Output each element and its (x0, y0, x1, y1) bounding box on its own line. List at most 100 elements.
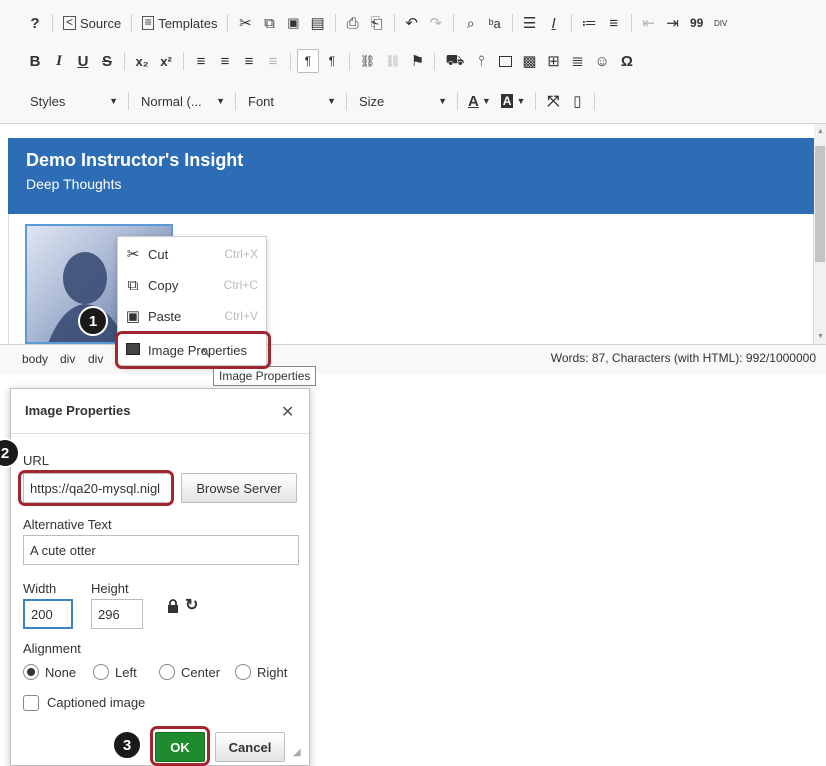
pin-button[interactable]: ⫯ (470, 49, 492, 73)
alignment-center-radio[interactable] (159, 664, 175, 680)
alignment-none-radio[interactable] (23, 664, 39, 680)
height-input[interactable]: 296 (91, 599, 143, 629)
toolbar-separator (535, 92, 537, 110)
source-button[interactable]: < Source (59, 11, 125, 35)
maximize-button[interactable]: ⤧ (542, 89, 564, 113)
select-all-icon: ☰ (522, 15, 537, 32)
bg-color-button[interactable]: A ▼ (497, 89, 530, 113)
captioned-image-label: Captioned image (47, 695, 146, 710)
content-banner: Demo Instructor's Insight Deep Thoughts (8, 138, 814, 214)
create-div-button[interactable]: DIV (710, 11, 732, 35)
format-dropdown[interactable]: Normal (... ▼ (135, 89, 231, 113)
remove-format-button[interactable]: I (543, 11, 565, 35)
source-icon: < (63, 16, 76, 30)
text-color-button[interactable]: A ▼ (464, 89, 495, 113)
blockquote-button[interactable]: 99 (686, 11, 708, 35)
superscript-button[interactable]: x² (155, 49, 177, 73)
menu-item-copy[interactable]: ⧉ Copy Ctrl+C (118, 270, 266, 300)
save-template-button[interactable]: ⎗ (366, 11, 388, 35)
chevron-down-icon: ▼ (109, 96, 118, 106)
scroll-up-icon[interactable]: ▲ (817, 128, 824, 135)
underline-button[interactable]: U (72, 49, 94, 73)
element-path-div[interactable]: div (60, 352, 75, 366)
smiley-button[interactable]: ☺ (591, 49, 614, 73)
banner-subtitle: Deep Thoughts (26, 176, 122, 192)
toolbar-separator (227, 14, 229, 32)
link-button[interactable]: ⛓ (356, 49, 379, 73)
toolbar-separator (124, 52, 125, 70)
italic-button[interactable]: I (48, 49, 70, 73)
paste-text-button[interactable]: ▤ (306, 11, 328, 35)
special-char-button[interactable]: Ω (616, 49, 638, 73)
alignment-right-radio[interactable] (235, 664, 251, 680)
toolbar-row-3: Styles ▼ Normal (... ▼ Font ▼ Size ▼ A ▼ A ▼ ⤧… (24, 86, 601, 116)
alignment-left-radio[interactable] (93, 664, 109, 680)
indent-button[interactable]: ⇥ (662, 11, 684, 35)
resize-handle-icon[interactable]: ◢ (293, 747, 301, 758)
image-button[interactable] (494, 49, 516, 73)
bold-button[interactable]: B (24, 49, 46, 73)
menu-item-label: Cut (148, 246, 169, 262)
toolbar-separator (393, 14, 395, 32)
element-path-body[interactable]: body (22, 352, 48, 366)
cart-icon: ⛟ (445, 51, 465, 69)
horizontal-line-button[interactable]: ≣ (567, 49, 589, 73)
menu-item-cut[interactable]: ✂ Cut Ctrl+X (118, 239, 266, 269)
indent-icon: ⇥ (666, 15, 679, 32)
align-left-button[interactable]: ≡ (190, 49, 212, 73)
cut-button[interactable]: ✂ (234, 11, 256, 35)
alt-text-label: Alternative Text (23, 517, 112, 532)
print-button[interactable]: ⎙ (342, 11, 364, 35)
unlink-button[interactable]: ⛓ (381, 49, 404, 73)
anchor-button[interactable]: ⚑ (406, 49, 428, 73)
justify-button[interactable]: ≡ (262, 49, 284, 73)
reset-size-icon[interactable]: ↻ (185, 595, 198, 615)
bullet-list-button[interactable]: ≡ (603, 11, 625, 35)
menu-item-paste[interactable]: ▣ Paste Ctrl+V (118, 301, 266, 331)
help-button[interactable]: ? (24, 11, 46, 35)
text-color-icon: A (468, 92, 479, 110)
redo-button[interactable]: ↷ (425, 11, 447, 35)
underline-icon: U (77, 52, 89, 70)
browse-server-button[interactable]: Browse Server (181, 473, 297, 503)
replace-icon: ᵇa (488, 15, 501, 31)
div-icon: DIV (713, 18, 728, 28)
element-path-div[interactable]: div (88, 352, 103, 366)
strike-button[interactable]: S (96, 49, 118, 73)
subscript-button[interactable]: x₂ (131, 49, 153, 73)
numbered-list-button[interactable]: ≔ (578, 11, 601, 35)
toolbar-separator (235, 92, 236, 110)
cancel-button[interactable]: Cancel (215, 732, 285, 762)
undo-button[interactable]: ↶ (401, 11, 423, 35)
captioned-image-checkbox[interactable] (23, 695, 39, 711)
menu-item-shortcut: Ctrl+C (223, 278, 258, 292)
close-icon[interactable]: ✕ (281, 402, 294, 422)
replace-button[interactable]: ᵇa (484, 11, 506, 35)
align-center-button[interactable]: ≡ (214, 49, 236, 73)
ltr-button[interactable]: ¶ (297, 49, 319, 73)
templates-button[interactable]: ≡ Templates (138, 11, 221, 35)
editor-scrollbar-thumb[interactable] (815, 146, 825, 262)
size-dropdown[interactable]: Size ▼ (353, 89, 453, 113)
print-icon: ⎙ (346, 14, 359, 32)
styles-dropdown[interactable]: Styles ▼ (24, 89, 124, 113)
copy-button[interactable]: ⧉ (258, 11, 280, 35)
alignment-none-label: None (45, 665, 77, 680)
toolbar-separator (434, 52, 436, 70)
font-dropdown[interactable]: Font ▼ (242, 89, 342, 113)
outdent-button[interactable]: ⇤ (638, 11, 660, 35)
lock-ratio-icon[interactable] (167, 599, 179, 616)
show-blocks-button[interactable]: ▯ (566, 89, 588, 113)
table-icon: ⊞ (547, 53, 560, 70)
width-input[interactable]: 200 (23, 599, 73, 629)
cart-button[interactable]: ⛟ (441, 49, 468, 73)
align-right-button[interactable]: ≡ (238, 49, 260, 73)
scroll-down-icon[interactable]: ▼ (817, 333, 824, 340)
alt-text-input[interactable]: A cute otter (23, 535, 299, 565)
media-button[interactable]: ▩ (518, 49, 540, 73)
table-button[interactable]: ⊞ (543, 49, 565, 73)
rtl-button[interactable]: ¶ (321, 49, 343, 73)
select-all-button[interactable]: ☰ (519, 11, 541, 35)
paste-button[interactable]: ▣ (282, 11, 304, 35)
find-button[interactable]: ⌕ (460, 11, 482, 35)
